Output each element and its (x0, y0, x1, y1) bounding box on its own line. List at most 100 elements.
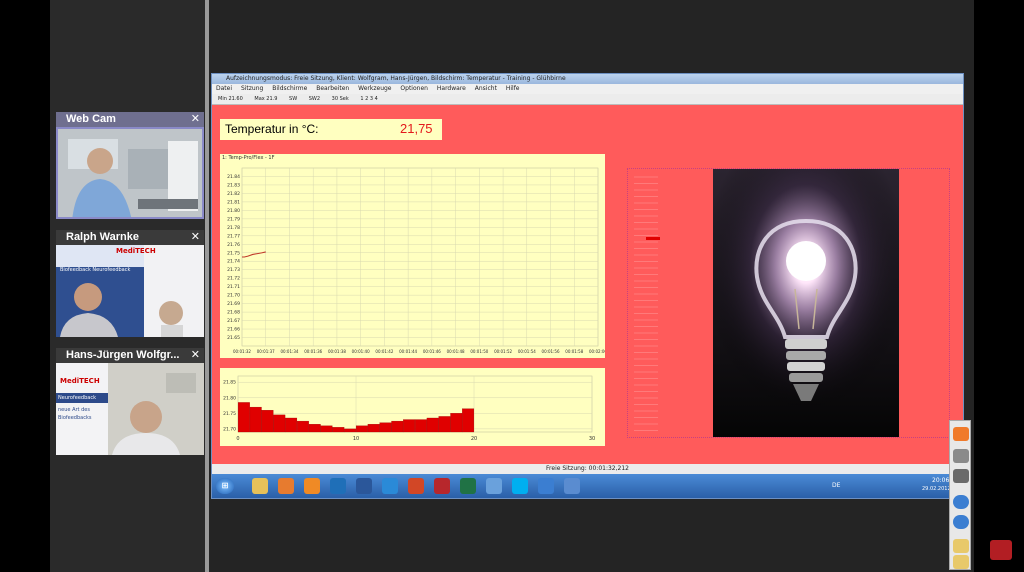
histogram-bar (438, 416, 451, 433)
plot-frame (241, 167, 599, 347)
excel-icon[interactable] (460, 478, 476, 494)
toolbar-screen-buttons[interactable]: 1 2 3 4 (360, 96, 378, 102)
histogram-bar (391, 420, 404, 433)
clock-date[interactable]: 29.02.2012 (922, 486, 951, 492)
attendees-icon[interactable] (953, 515, 969, 529)
app-title: Aufzeichnungsmodus: Freie Sitzung, Klien… (226, 75, 566, 82)
menu-werkzeuge[interactable]: Werkzeuge (358, 85, 391, 92)
toolbar: Min 21.60 Max 21.9 SW SW2 30 Sek 1 2 3 4 (212, 94, 963, 105)
powerpoint-icon[interactable] (408, 478, 424, 494)
menu-hardware[interactable]: Hardware (437, 85, 466, 92)
histogram-bar (379, 422, 392, 433)
explorer-icon[interactable] (252, 478, 268, 494)
webcam-video: MediTECH Neurofeedback neue Art des Biof… (56, 363, 204, 455)
network-icon[interactable] (486, 478, 502, 494)
app-cluster-icon[interactable] (538, 478, 554, 494)
close-icon[interactable]: ✕ (191, 112, 200, 127)
feedback-area: 0% (627, 168, 950, 438)
toolbar-timespan-select[interactable]: 30 Sek (332, 96, 349, 102)
media-player-icon[interactable] (304, 478, 320, 494)
firefox-icon[interactable] (278, 478, 294, 494)
x-tick-label: 10 (353, 436, 359, 442)
light-bulb-image (713, 169, 899, 437)
ie-icon[interactable] (382, 478, 398, 494)
toolbar-min[interactable]: Min 21.60 (218, 96, 243, 102)
webcam-person-image (58, 129, 202, 217)
menu-optionen[interactable]: Optionen (400, 85, 428, 92)
webcam-panel: Web Cam ✕ Ralph Warnke ✕ MediTECH Biofee… (50, 0, 208, 572)
x-tick-label: 00:01:50 (470, 349, 488, 354)
y-tick-label: 21.85 (223, 380, 236, 386)
x-tick-label: 00:01:38 (328, 349, 346, 354)
toolbar-sw2[interactable]: SW2 (309, 96, 320, 102)
word-icon[interactable] (356, 478, 372, 494)
banner-text: MediTECH (60, 377, 100, 385)
x-tick-label: 0 (236, 436, 239, 442)
clock-time[interactable]: 20:06 (932, 477, 949, 484)
letterbox-left (0, 0, 50, 572)
histogram-bar (332, 427, 345, 433)
x-tick-label: 20 (471, 436, 477, 442)
camera-icon[interactable] (953, 469, 969, 483)
pod-title-text: Ralph Warnke (66, 231, 139, 243)
toolbar-max[interactable]: Max 21.9 (254, 96, 277, 102)
share-icon[interactable] (953, 427, 969, 441)
toolbar-sw[interactable]: SW (289, 96, 297, 102)
menu-hilfe[interactable]: Hilfe (506, 85, 520, 92)
screen: Web Cam ✕ Ralph Warnke ✕ MediTECH Biofee… (0, 0, 1024, 572)
banner-line1: neue Art des (58, 407, 90, 413)
histogram-bar (249, 406, 262, 433)
y-tick-label: 21.75 (227, 250, 240, 256)
outlook-icon[interactable] (330, 478, 346, 494)
pod-title: Web Cam ✕ (56, 112, 204, 127)
y-tick-label: 21.66 (227, 327, 240, 333)
microphone-icon[interactable] (953, 449, 969, 463)
y-tick-label: 21.70 (223, 426, 236, 432)
gauge-marker (646, 237, 660, 240)
session-timer: Freie Sitzung: 00:01:32,212 (546, 465, 629, 472)
windows-taskbar: ⊞ DE 20:06 29.02.2012 (212, 474, 963, 498)
y-tick-label: 21.69 (227, 301, 240, 307)
banner-line2: Biofeedbacks (58, 415, 92, 421)
filezilla-icon[interactable] (434, 478, 450, 494)
x-tick-label: 00:02:00 (589, 349, 605, 354)
gauge-scale-ticks (634, 176, 660, 431)
histogram-bar (261, 410, 274, 433)
y-tick-label: 21.73 (227, 267, 240, 273)
histogram-bar (285, 417, 298, 433)
webcam-pod-1: Web Cam ✕ (56, 112, 204, 219)
meeting-tool-strip (949, 420, 971, 570)
histogram-bar (296, 420, 309, 433)
menu-datei[interactable]: Datei (216, 85, 232, 92)
webcam-person-image (56, 245, 204, 337)
notes-icon[interactable] (953, 555, 969, 569)
language-indicator[interactable]: DE (832, 482, 840, 489)
pod-title-text: Hans-Jürgen Wolfgr... (66, 349, 180, 361)
menu-sitzung[interactable]: Sitzung (241, 85, 263, 92)
y-tick-label: 21.80 (223, 395, 236, 401)
x-tick-label: 00:01:34 (280, 349, 298, 354)
histogram-bar (426, 417, 439, 433)
x-tick-label: 00:01:32 (233, 349, 251, 354)
start-icon: ⊞ (221, 481, 229, 490)
status-icon[interactable] (953, 495, 969, 509)
skype-icon[interactable] (512, 478, 528, 494)
menu-ansicht[interactable]: Ansicht (475, 85, 497, 92)
menu-bildschirme[interactable]: Bildschirme (272, 85, 307, 92)
temperature-label: Temperatur in °C: (225, 122, 319, 136)
x-tick-label: 00:01:37 (257, 349, 275, 354)
start-button[interactable]: ⊞ (216, 478, 234, 494)
x-tick-label: 00:01:44 (399, 349, 417, 354)
close-icon[interactable]: ✕ (191, 348, 200, 363)
menu-bearbeiten[interactable]: Bearbeiten (316, 85, 349, 92)
pod-title: Hans-Jürgen Wolfgr... ✕ (56, 348, 204, 363)
banner-tag: Biofeedback Neurofeedback (60, 267, 131, 273)
y-tick-label: 21.81 (227, 199, 240, 205)
webcam-video: MediTECH Biofeedback Neurofeedback (56, 245, 204, 337)
shared-screen: Aufzeichnungsmodus: Freie Sitzung, Klien… (209, 0, 974, 572)
chat-icon[interactable] (953, 539, 969, 553)
close-icon[interactable]: ✕ (191, 230, 200, 245)
biofeedback-app-icon[interactable] (564, 478, 580, 494)
x-tick-label: 00:01:42 (375, 349, 393, 354)
y-tick-label: 21.65 (227, 335, 240, 341)
